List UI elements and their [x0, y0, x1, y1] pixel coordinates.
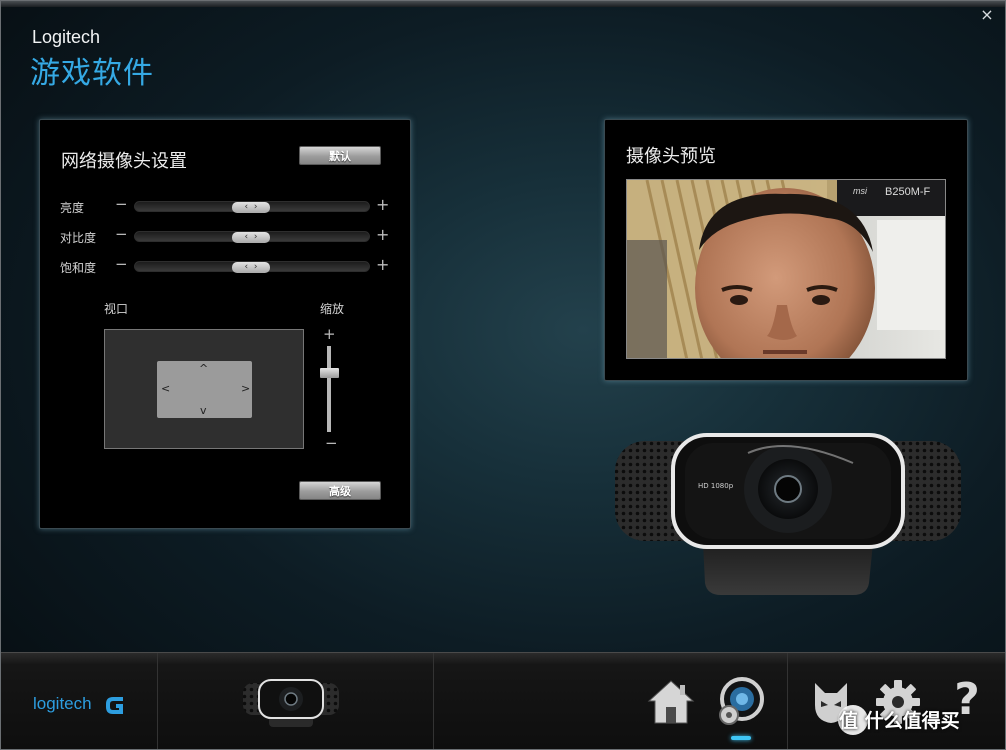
active-tab-indicator [731, 736, 751, 740]
app-title: 游戏软件 [30, 56, 154, 91]
brightness-slider-thumb[interactable]: ‹ › [232, 202, 270, 213]
zoom-slider[interactable] [327, 346, 331, 432]
device-webcam-thumbnail[interactable] [241, 679, 341, 729]
panel-title: 网络摄像头设置 [61, 151, 187, 172]
brightness-increase-button[interactable]: + [376, 195, 389, 214]
close-button[interactable]: × [979, 7, 995, 23]
contrast-slider-thumb[interactable]: ‹ › [232, 232, 270, 243]
background-brand-text: msi [853, 186, 867, 196]
pan-right-icon[interactable]: > [241, 383, 250, 394]
brightness-decrease-button[interactable]: − [115, 195, 128, 213]
zoom-out-button[interactable]: − [325, 434, 338, 452]
saturation-slider-row: 饱和度 − ‹ › + [40, 255, 410, 276]
app-window: × Logitech 游戏软件 网络摄像头设置 默认 亮度 − ‹ › + 对比… [0, 0, 1006, 750]
viewport-label: 视口 [104, 302, 129, 316]
camera-preview-image: msi B250M-F [626, 179, 946, 359]
home-icon[interactable] [647, 679, 695, 725]
zoom-in-button[interactable]: + [323, 325, 336, 343]
pan-up-icon[interactable]: ^ [199, 363, 208, 374]
contrast-decrease-button[interactable]: − [115, 225, 128, 243]
background-model-text: B250M-F [885, 186, 931, 198]
preview-scene [627, 180, 945, 358]
viewport-pan-area[interactable]: ^ < > v [104, 329, 304, 449]
saturation-increase-button[interactable]: + [376, 255, 389, 274]
advanced-button[interactable]: 高级 [299, 481, 381, 500]
title-bar[interactable] [1, 1, 1005, 7]
brightness-slider[interactable]: ‹ › [134, 201, 370, 213]
brand-label: Logitech [32, 27, 101, 47]
contrast-slider-row: 对比度 − ‹ › + [40, 225, 410, 246]
contrast-label: 对比度 [60, 231, 97, 245]
logitech-logo-text: logitech [33, 694, 92, 713]
brightness-slider-row: 亮度 − ‹ › + [40, 195, 410, 216]
zoom-slider-thumb[interactable] [320, 368, 339, 378]
divider [433, 653, 434, 749]
webcam-settings-panel: 网络摄像头设置 默认 亮度 − ‹ › + 对比度 − ‹ › + 饱和度 − … [39, 119, 411, 529]
saturation-slider-thumb[interactable]: ‹ › [232, 262, 270, 273]
webcam-illustration [615, 433, 961, 595]
pan-left-icon[interactable]: < [161, 383, 170, 394]
contrast-slider[interactable]: ‹ › [134, 231, 370, 243]
contrast-increase-button[interactable]: + [376, 225, 389, 244]
saturation-label: 饱和度 [60, 261, 97, 275]
camera-preview-panel: 摄像头预览 msi B250M-F [604, 119, 968, 381]
saturation-decrease-button[interactable]: − [115, 255, 128, 273]
watermark-text: 值 什么值得买 [839, 710, 960, 732]
zoom-label: 缩放 [320, 302, 345, 316]
brightness-label: 亮度 [60, 201, 85, 215]
logitech-g-logo-icon [106, 697, 123, 714]
pan-down-icon[interactable]: v [200, 405, 207, 416]
divider [157, 653, 158, 749]
default-button[interactable]: 默认 [299, 146, 381, 165]
webcam-label: HD 1080p [698, 482, 734, 490]
panel-title: 摄像头预览 [626, 146, 716, 167]
saturation-slider[interactable]: ‹ › [134, 261, 370, 273]
viewport-handle[interactable]: ^ < > v [157, 361, 252, 418]
bottom-nav-bar: logitech ? [1, 652, 1005, 749]
divider [787, 653, 788, 749]
camera-settings-icon[interactable] [715, 677, 765, 727]
